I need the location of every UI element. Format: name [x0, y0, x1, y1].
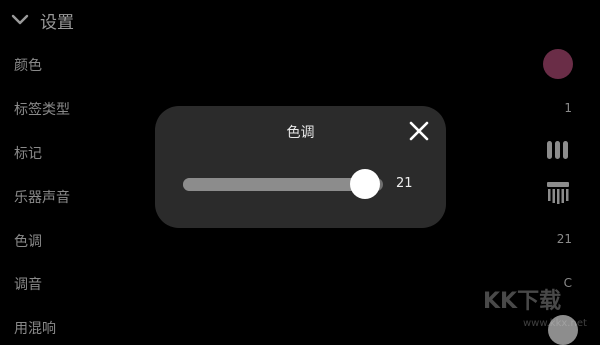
setting-label-hue[interactable]: 色调: [14, 231, 42, 251]
watermark-url: www.kkx.net: [523, 318, 587, 329]
setting-label-reverb[interactable]: 用混响: [14, 318, 56, 338]
color-swatch[interactable]: [543, 49, 573, 79]
setting-label-instrument-sound[interactable]: 乐器声音: [14, 187, 70, 207]
slider-value: 21: [396, 176, 413, 191]
chevron-down-icon[interactable]: [10, 10, 30, 30]
settings-header[interactable]: 设置: [10, 6, 74, 34]
slider-handle[interactable]: [350, 169, 380, 199]
hue-slider[interactable]: [183, 168, 383, 200]
instrument-comb-icon[interactable]: [546, 182, 570, 204]
hue-dialog: 色调 21: [155, 106, 446, 228]
page-title: 设置: [40, 12, 74, 33]
tag-type-value[interactable]: 1: [564, 101, 572, 115]
setting-label-marker[interactable]: 标记: [14, 143, 42, 163]
setting-label-tag-type[interactable]: 标签类型: [14, 99, 70, 119]
tuning-value[interactable]: C: [564, 276, 572, 290]
slider-fill: [183, 178, 365, 191]
setting-label-tuning[interactable]: 调音: [14, 274, 42, 294]
marker-bars-icon[interactable]: [547, 141, 568, 159]
watermark-logo: KK下载: [483, 289, 562, 314]
close-icon[interactable]: [408, 120, 430, 142]
hue-value[interactable]: 21: [557, 232, 572, 246]
setting-label-color[interactable]: 颜色: [14, 55, 42, 75]
dialog-title: 色调: [286, 125, 315, 141]
